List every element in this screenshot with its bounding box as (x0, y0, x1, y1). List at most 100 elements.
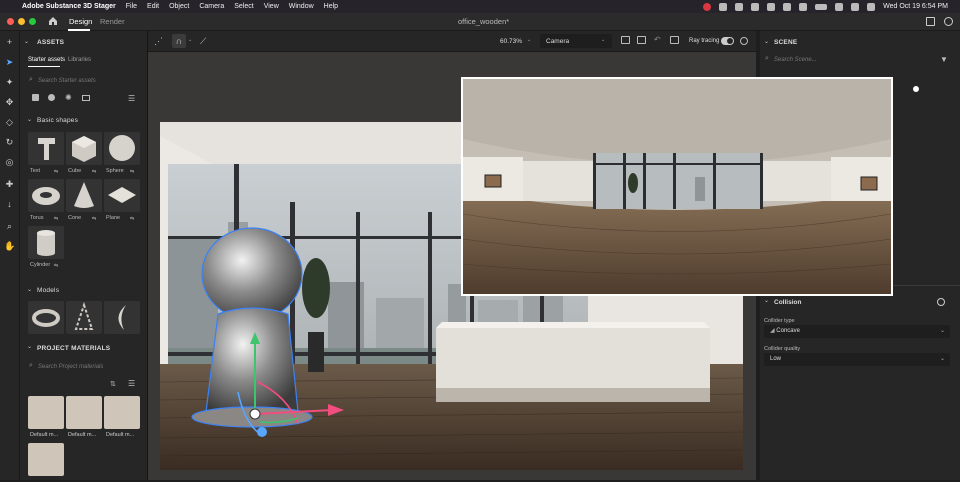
collapse-icon[interactable]: ⌄ (27, 343, 32, 350)
collision-toggle-icon[interactable] (937, 298, 945, 306)
camera-add-icon[interactable] (637, 36, 646, 44)
camera-select[interactable]: Camera ⌄ (540, 34, 612, 48)
asset-cone[interactable]: Cone (66, 179, 102, 221)
magic-wand-icon[interactable]: ✦ (4, 77, 15, 88)
undo-icon[interactable]: ↶ (654, 35, 661, 44)
snap-icon[interactable]: ⋰ (154, 36, 163, 47)
tool-rail: + ➤ ✦ ✥ ◇ ↻ ◎ ✚ ↓ ⌕ ✋ (0, 31, 20, 480)
collapse-icon[interactable]: ⌄ (27, 116, 32, 123)
collider-type-select[interactable]: ◢ Concave ⌄ (764, 325, 950, 338)
menu-help[interactable]: Help (324, 3, 338, 10)
assets-search-input[interactable]: Search Starter assets (38, 78, 96, 84)
images-filter-icon[interactable] (82, 95, 90, 101)
app-name-menu[interactable]: Adobe Substance 3D Stager (22, 3, 116, 10)
orbit-tool-icon[interactable]: ◎ (4, 157, 15, 168)
menu-camera[interactable]: Camera (199, 3, 224, 10)
zoom-level[interactable]: 60.73% (500, 38, 522, 45)
list-view-icon[interactable]: ☰ (128, 379, 135, 388)
camera-icon[interactable] (621, 36, 630, 44)
adobe-cc-status-icon[interactable] (703, 2, 712, 11)
rotate-tool-icon[interactable]: ↻ (4, 137, 15, 148)
asset-text[interactable]: Text (28, 132, 64, 174)
settings-icon[interactable]: ⇆ (92, 216, 96, 222)
close-window-button[interactable] (7, 18, 14, 25)
status-icon[interactable] (783, 2, 792, 11)
settings-icon[interactable]: ⇆ (54, 263, 58, 269)
environment-preview[interactable] (461, 77, 893, 296)
collapse-icon[interactable]: ⌄ (27, 286, 32, 293)
model-spiral[interactable] (66, 301, 102, 334)
tab-starter-assets[interactable]: Starter assets (28, 57, 65, 63)
model-coil[interactable] (28, 301, 64, 334)
asset-cube[interactable]: Cube (66, 132, 102, 174)
model-crescent[interactable] (104, 301, 140, 334)
control-center-icon[interactable] (867, 2, 876, 11)
collapse-icon[interactable]: ⌄ (764, 297, 769, 304)
menubar-clock[interactable]: Wed Oct 19 6:54 PM (883, 3, 948, 10)
project-materials-header: PROJECT MATERIALS (37, 345, 111, 352)
materials-filter-icon[interactable] (48, 94, 55, 101)
render-icon[interactable] (670, 36, 679, 44)
models-filter-icon[interactable] (32, 94, 39, 101)
visibility-dot-icon[interactable] (913, 86, 919, 92)
tab-libraries[interactable]: Libraries (68, 57, 91, 63)
flag-icon[interactable] (799, 2, 808, 11)
drop-tool-icon[interactable]: ↓ (4, 199, 15, 210)
search-icon[interactable] (851, 2, 860, 11)
material-thumbnail[interactable]: Default m... (66, 396, 102, 438)
status-icon[interactable] (719, 2, 728, 11)
asset-plane[interactable]: Plane (104, 179, 140, 221)
wifi-icon[interactable] (835, 2, 844, 11)
chevron-down-icon[interactable]: ⌄ (527, 37, 531, 43)
home-icon[interactable] (48, 16, 58, 26)
menu-window[interactable]: Window (289, 3, 314, 10)
collapse-icon[interactable]: ⌄ (24, 38, 29, 45)
asset-sphere[interactable]: Sphere (104, 132, 140, 174)
hand-tool-icon[interactable]: ✋ (4, 241, 15, 252)
status-icon[interactable] (767, 2, 776, 11)
settings-icon[interactable]: ⇆ (54, 169, 58, 175)
cube-tool-icon[interactable]: ◇ (4, 117, 15, 128)
collapse-icon[interactable]: ⌄ (764, 38, 769, 45)
zoom-window-button[interactable] (29, 18, 36, 25)
sort-icon[interactable]: ⇅ (110, 380, 116, 388)
brush-icon[interactable]: ⟋ (200, 36, 206, 47)
select-tool-icon[interactable]: ➤ (4, 57, 15, 68)
chevron-down-icon[interactable]: ⌄ (188, 37, 192, 43)
settings-icon[interactable]: ⇆ (54, 216, 58, 222)
minimize-window-button[interactable] (18, 18, 25, 25)
collider-quality-select[interactable]: Low ⌄ (764, 353, 950, 366)
filter-icon[interactable]: ▼ (940, 55, 948, 64)
menu-view[interactable]: View (264, 3, 279, 10)
material-thumbnail[interactable] (28, 443, 64, 476)
status-icon[interactable] (751, 2, 760, 11)
settings-icon[interactable]: ⇆ (130, 216, 134, 222)
chevron-down-icon: ⌄ (940, 328, 946, 334)
tab-design[interactable]: Design (69, 17, 92, 26)
menu-edit[interactable]: Edit (147, 3, 159, 10)
settings-icon[interactable] (740, 37, 748, 45)
list-view-icon[interactable]: ☰ (128, 94, 135, 103)
materials-search-input[interactable]: Search Project materials (38, 364, 103, 370)
menu-file[interactable]: File (126, 3, 137, 10)
scene-search-input[interactable]: Search Scene... (774, 57, 817, 63)
lights-filter-icon[interactable]: ✺ (65, 93, 72, 102)
add-icon[interactable]: + (4, 37, 15, 48)
asset-torus[interactable]: Torus (28, 179, 64, 221)
material-thumbnail[interactable]: Default m... (104, 396, 140, 438)
material-thumbnail[interactable]: Default m... (28, 396, 64, 438)
tab-render[interactable]: Render (100, 17, 125, 26)
magnet-icon[interactable]: ∩ (172, 34, 186, 48)
battery-icon[interactable] (815, 3, 828, 10)
help-icon[interactable] (944, 17, 953, 26)
status-icon[interactable] (735, 2, 744, 11)
settings-icon[interactable]: ⇆ (92, 169, 96, 175)
asset-cylinder[interactable]: Cylinder (28, 226, 64, 268)
menu-select[interactable]: Select (234, 3, 253, 10)
menu-object[interactable]: Object (169, 3, 189, 10)
transform-tool-icon[interactable]: ✥ (4, 97, 15, 108)
zoom-tool-icon[interactable]: ⌕ (4, 221, 15, 232)
settings-icon[interactable]: ⇆ (130, 169, 134, 175)
move-tool-icon[interactable]: ✚ (4, 179, 15, 190)
share-icon[interactable] (926, 17, 935, 26)
